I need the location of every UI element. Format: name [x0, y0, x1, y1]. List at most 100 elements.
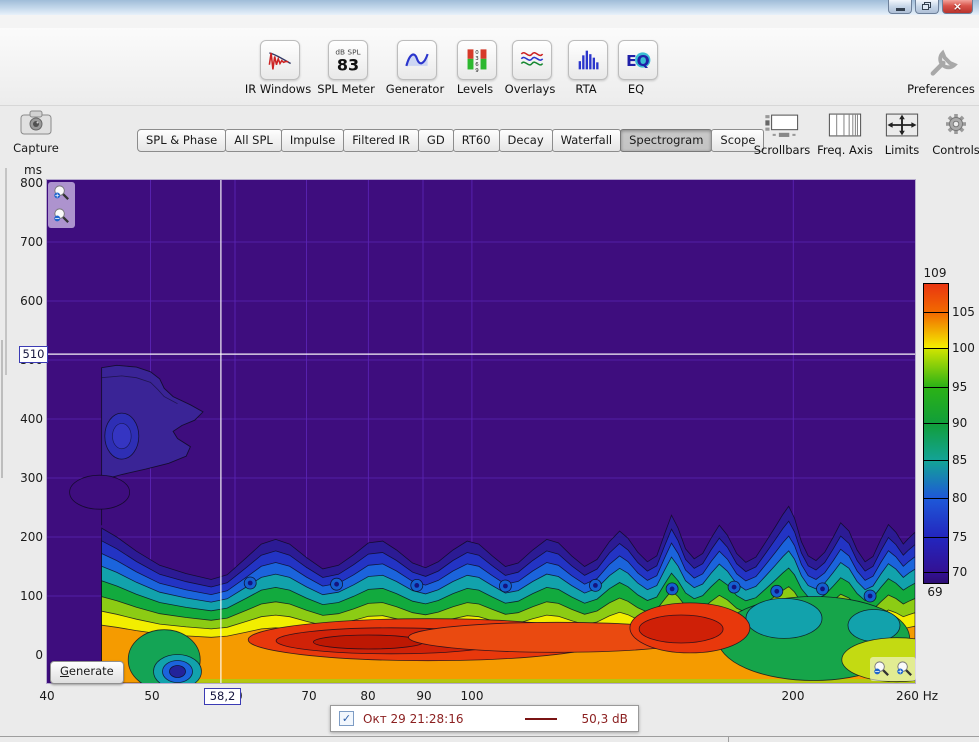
rew-window: × IR Windows dB SPL 83 SPL Meter Generat…	[0, 0, 979, 742]
measurement-checkbox[interactable]: ✓	[339, 711, 354, 726]
tab-filtered-ir[interactable]: Filtered IR	[343, 129, 419, 152]
colorbar-segment	[924, 388, 948, 424]
y-tick-100: 100	[0, 589, 43, 603]
minimize-icon	[896, 8, 905, 11]
measurement-name: Окт 29 21:28:16	[363, 712, 463, 726]
left-panel-splitter[interactable]	[5, 168, 7, 375]
x-tick-260hz: 260 Hz	[891, 689, 943, 703]
tab-waterfall[interactable]: Waterfall	[552, 129, 621, 152]
controls-button[interactable]: Controls	[929, 112, 979, 157]
restore-button[interactable]	[915, 0, 939, 14]
capture-button[interactable]: Capture	[8, 108, 64, 155]
overlays-button[interactable]	[512, 40, 552, 80]
rta-icon	[574, 47, 602, 73]
rta-button[interactable]	[568, 40, 608, 80]
main-toolbar: IR Windows dB SPL 83 SPL Meter Generator…	[0, 28, 979, 106]
cursor-time-box: 510	[19, 346, 48, 363]
zoom-in-icon: +	[52, 184, 71, 203]
zoom-panel-bottom-right: − +	[870, 657, 916, 681]
colorbar-label-70: 70	[952, 565, 979, 579]
y-tick-0: 0	[0, 648, 43, 662]
camera-icon	[15, 108, 57, 141]
y-tick-700: 700	[0, 235, 43, 249]
zoom-out-x-button[interactable]: −	[871, 659, 892, 679]
preferences-button[interactable]	[923, 40, 961, 78]
spectrogram-canvas	[47, 180, 915, 683]
overlays-icon	[517, 47, 547, 73]
limits-button[interactable]: Limits	[872, 112, 932, 157]
preferences-label: Preferences	[893, 82, 979, 96]
svg-text:−: −	[874, 667, 880, 675]
ir-windows-button[interactable]	[260, 40, 300, 80]
colorbar-label-105: 105	[952, 305, 979, 319]
colorbar-segment	[924, 461, 948, 499]
zoom-out-icon: −	[52, 207, 71, 226]
y-tick-800: 800	[0, 176, 43, 190]
measurement-legend: ✓ Окт 29 21:28:16 50,3 dB	[330, 705, 639, 732]
close-button[interactable]: ×	[942, 0, 973, 14]
freq-axis-icon	[825, 112, 865, 138]
colorbar-label-95: 95	[952, 380, 979, 394]
zoom-panel-top-left: + −	[48, 182, 75, 228]
x-tick-50: 50	[130, 689, 174, 703]
tab-impulse[interactable]: Impulse	[281, 129, 344, 152]
spl-meter-icon: dB SPL 83	[332, 45, 364, 75]
colorbar-segment	[924, 499, 948, 538]
controls-label: Controls	[929, 143, 979, 157]
capture-label: Capture	[8, 141, 64, 155]
y-tick-200: 200	[0, 530, 43, 544]
tab-spl-phase[interactable]: SPL & Phase	[137, 129, 226, 152]
x-tick-40: 40	[25, 689, 69, 703]
x-tick-90: 90	[402, 689, 446, 703]
levels-icon: 0 3 6 9	[464, 46, 490, 74]
tab-gd[interactable]: GD	[418, 129, 454, 152]
status-column-divider	[728, 737, 729, 742]
status-divider	[0, 736, 979, 737]
spectrogram-plot[interactable]	[46, 179, 916, 684]
colorbar-segment	[924, 538, 948, 573]
cursor-level-value: 50,3 dB	[581, 712, 627, 726]
tab-all-spl[interactable]: All SPL	[225, 129, 282, 152]
minimize-button[interactable]	[888, 0, 912, 14]
colorbar-min-label: 69	[920, 585, 950, 599]
colorbar-segment	[924, 424, 948, 461]
eq-icon: EQ	[623, 47, 653, 73]
eq-button[interactable]: EQ	[618, 40, 658, 80]
ir-windows-icon	[265, 47, 295, 73]
zoom-out-y-button[interactable]: −	[51, 207, 72, 227]
colorbar-label-100: 100	[952, 341, 979, 355]
y-axis-unit: ms	[0, 163, 42, 177]
tab-decay[interactable]: Decay	[499, 129, 553, 152]
colorbar-segment	[924, 349, 948, 388]
limits-label: Limits	[872, 143, 932, 157]
colorbar-segment	[924, 313, 948, 349]
colorbar-max-label: 109	[920, 266, 950, 280]
colorbar-label-85: 85	[952, 453, 979, 467]
cursor-freq-box: 58,2	[204, 688, 241, 705]
title-bar[interactable]: ×	[0, 0, 979, 16]
zoom-in-icon: +	[895, 660, 914, 679]
zoom-in-y-button[interactable]: +	[51, 184, 72, 204]
generator-icon	[402, 47, 432, 73]
tab-spectrogram[interactable]: Spectrogram	[620, 129, 712, 152]
zoom-out-icon: −	[872, 660, 891, 679]
colorbar-label-75: 75	[952, 530, 979, 544]
x-tick-70: 70	[287, 689, 331, 703]
generate-label-mnemonic: G	[60, 664, 69, 678]
svg-text:+: +	[898, 668, 903, 675]
levels-button[interactable]: 0 3 6 9	[457, 40, 497, 80]
trace-color-swatch	[525, 718, 557, 720]
zoom-in-x-button[interactable]: +	[894, 659, 915, 679]
gear-icon	[941, 112, 971, 138]
colorbar	[923, 283, 949, 584]
x-tick-80: 80	[346, 689, 390, 703]
spl-meter-button[interactable]: dB SPL 83	[328, 40, 368, 80]
generate-label: enerate	[69, 664, 114, 678]
tab-rt60[interactable]: RT60	[453, 129, 500, 152]
colorbar-segment	[924, 573, 948, 583]
svg-text:EQ: EQ	[626, 52, 650, 70]
generate-button[interactable]: Generate	[50, 661, 124, 684]
generator-button[interactable]	[397, 40, 437, 80]
svg-text:9: 9	[475, 68, 479, 74]
close-icon: ×	[953, 1, 962, 12]
